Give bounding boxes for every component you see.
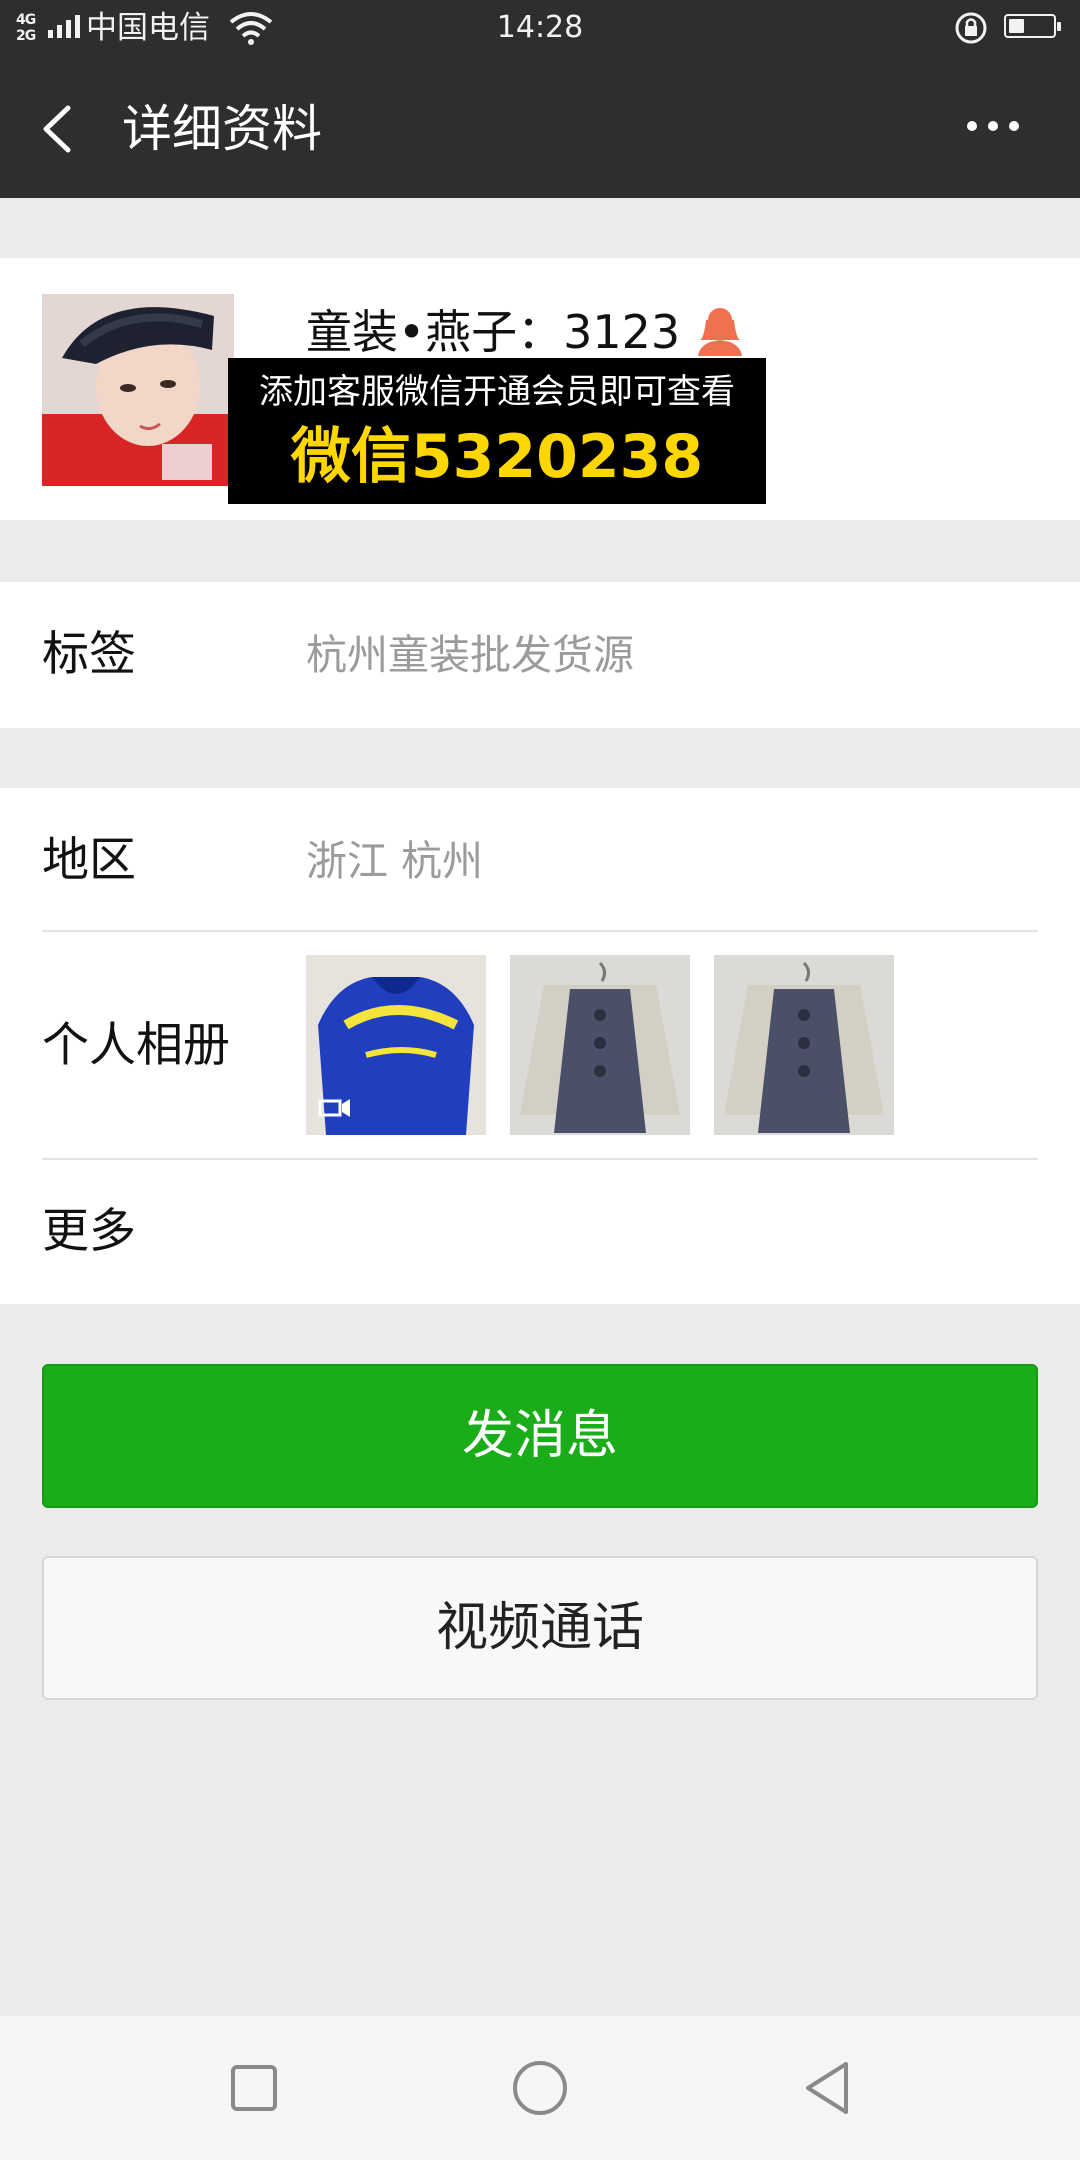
album-photo-1[interactable] [306,955,486,1135]
info-section: 地区 浙江 杭州 个人相册 更多 [0,788,1080,1304]
region-value: 浙江 杭州 [306,837,484,885]
status-bar: 4G 2G 中国电信 14:28 [0,0,1080,56]
title-bar: 详细资料 [0,56,1080,198]
battery-icon [1004,14,1061,38]
recent-apps-icon[interactable] [222,2056,286,2120]
back-button[interactable] [30,94,90,164]
more-menu-button[interactable] [950,96,1030,156]
region-label: 地区 [42,833,136,888]
home-icon[interactable] [508,2056,572,2120]
album-label: 个人相册 [42,1018,230,1073]
more-row[interactable]: 更多 [0,1160,1080,1304]
back-triangle-icon[interactable] [796,2056,860,2120]
contact-name: 童装•燕子：3123 [306,305,681,359]
battery-fill [1009,19,1024,33]
promo-wechat-id: 微信5320238 [290,422,704,492]
tag-section[interactable]: 标签 杭州童装批发货源 [0,582,1080,728]
album-photo-3[interactable] [714,955,894,1135]
more-label: 更多 [42,1204,136,1259]
tag-value: 杭州童装批发货源 [306,631,634,679]
page-title: 详细资料 [122,100,322,158]
more-dots-icon [967,121,1019,131]
tag-label: 标签 [42,627,136,682]
promo-overlay-banner: 添加客服微信开通会员即可查看 微信5320238 [228,358,766,504]
chevron-left-icon [43,105,71,153]
clock: 14:28 [496,10,584,45]
video-call-button[interactable]: 视频通话 [42,1556,1038,1700]
system-navigation-bar [0,2016,1080,2160]
female-user-icon [696,304,744,360]
album-row[interactable]: 个人相册 [0,932,1080,1158]
avatar[interactable] [42,294,234,486]
rotation-lock-icon [952,10,990,50]
send-message-button[interactable]: 发消息 [42,1364,1038,1508]
profile-card: 童装•燕子：3123 添加客服微信开通会员即可查看 微信5320238 [0,258,1080,520]
promo-text: 添加客服微信开通会员即可查看 [259,372,735,412]
album-photo-2[interactable] [510,955,690,1135]
